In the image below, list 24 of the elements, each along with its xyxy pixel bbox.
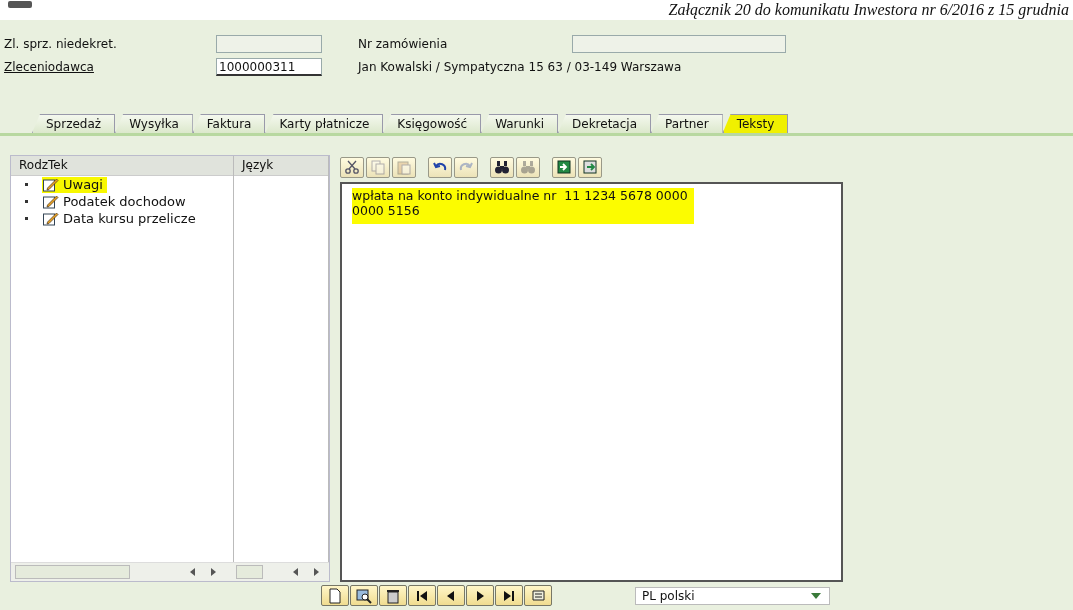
customer-address: Jan Kowalski / Sympatyczna 15 63 / 03-149 Warszawa bbox=[358, 60, 682, 74]
document-header: Załącznik 20 do komunikatu Inwestora nr 6/2016 z 15 grudnia bbox=[668, 1, 1069, 19]
column-header: Język bbox=[234, 156, 328, 176]
tab[interactable]: Teksty bbox=[722, 114, 789, 133]
editor-text-line: wpłata na konto indywidualne nr 11 1234 5678 0000 bbox=[352, 188, 688, 203]
column-header: RodzTek bbox=[11, 156, 233, 176]
tab[interactable]: Księgowość bbox=[383, 114, 482, 133]
field-label: Zl. sprz. niedekret. bbox=[4, 37, 117, 51]
text-editor[interactable]: wpłata na konto indywidualne nr 11 1234 5678 0000 0000 5156 bbox=[340, 182, 843, 582]
tab[interactable]: Sprzedaż bbox=[32, 114, 116, 133]
editor-text-line: 0000 5156 bbox=[352, 203, 421, 218]
tab[interactable]: Dekretacja bbox=[558, 114, 651, 133]
field-link[interactable]: Zleceniodawca bbox=[4, 60, 94, 74]
tab[interactable]: Faktura bbox=[192, 114, 266, 133]
tab[interactable]: Partner bbox=[651, 114, 723, 133]
language-dropdown[interactable]: PL polski bbox=[635, 586, 830, 605]
tree-item[interactable]: Podatek dochodow bbox=[42, 193, 190, 210]
tab[interactable]: Wysyłka bbox=[115, 114, 193, 133]
field-label: Nr zamówienia bbox=[358, 37, 449, 51]
tab[interactable]: Warunki bbox=[481, 114, 559, 133]
input-field[interactable]: 1000000311 bbox=[216, 58, 322, 76]
tree-item[interactable]: Uwagi bbox=[42, 176, 107, 193]
tab[interactable]: Karty płatnicze bbox=[265, 114, 384, 133]
tree-item[interactable]: Data kursu przelicze bbox=[42, 210, 200, 227]
